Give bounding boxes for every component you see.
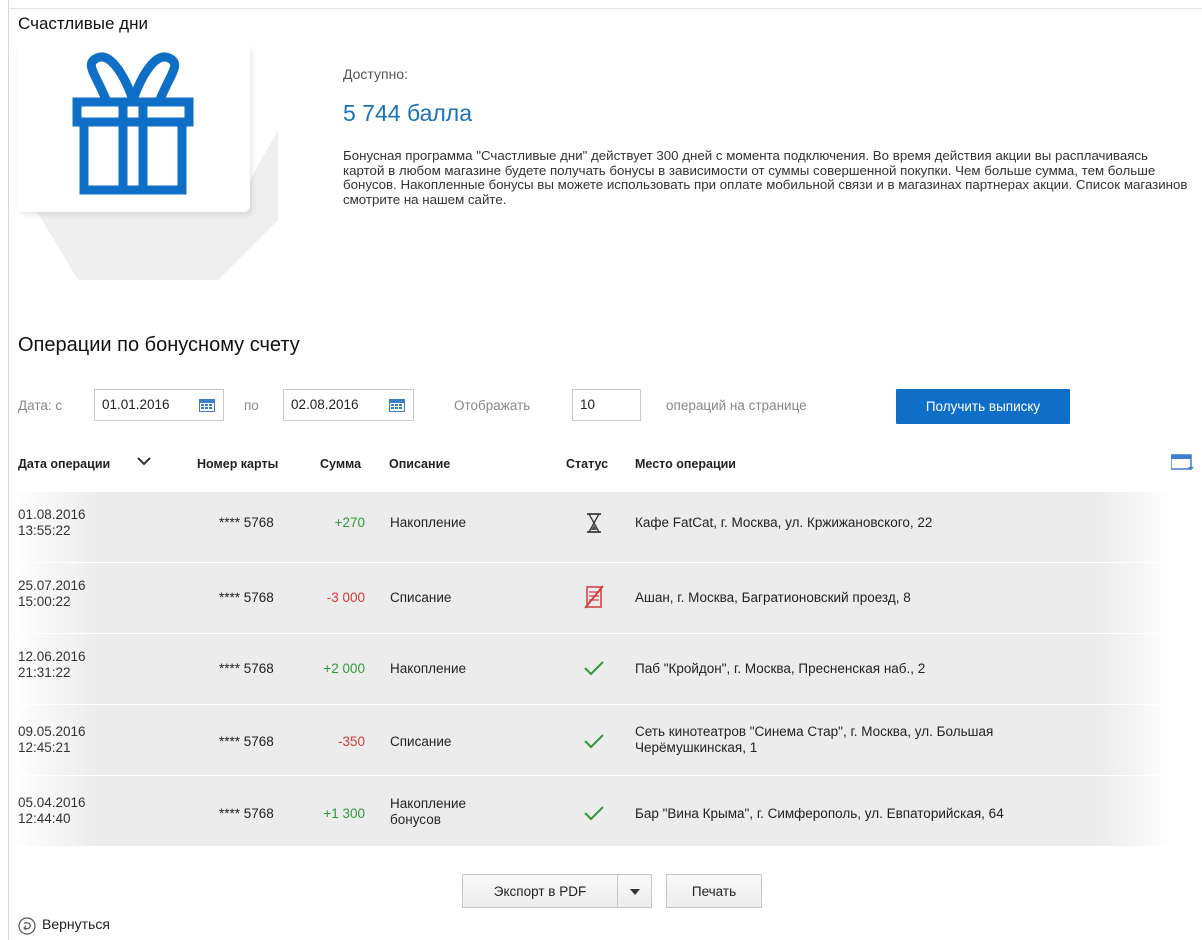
row-date: 01.08.2016 13:55:22	[18, 507, 86, 538]
table-row[interactable]: 12.06.2016 21:31:22 **** 5768 +2 000 Нако…	[9, 634, 1174, 704]
check-icon	[584, 734, 604, 749]
hourglass-icon	[587, 513, 601, 533]
row-amount: +2 000	[323, 661, 365, 676]
calendar-icon[interactable]	[389, 399, 405, 412]
row-card: **** 5768	[219, 806, 274, 821]
available-label: Доступно:	[343, 66, 408, 82]
col-description-header: Описание	[389, 457, 451, 471]
check-icon	[584, 806, 604, 821]
row-place: Паб "Кройдон", г. Москва, Пресненская на…	[635, 661, 926, 676]
col-amount-header: Сумма	[320, 457, 362, 471]
row-amount: +1 300	[323, 806, 365, 821]
row-card: **** 5768	[219, 734, 274, 749]
row-card: **** 5768	[219, 661, 274, 676]
table-row[interactable]: 09.05.2016 12:45:21 **** 5768 -350 Списан…	[9, 705, 1174, 775]
row-description: Списание	[390, 734, 452, 749]
row-description: Накопление бонусов	[390, 796, 467, 827]
row-date: 09.05.2016 12:45:21	[18, 724, 86, 755]
row-description: Накопление	[390, 661, 467, 676]
row-date: 25.07.2016 15:00:22	[18, 578, 86, 609]
row-place: Бар "Вина Крыма", г. Симферополь, ул. Ев…	[635, 806, 1004, 821]
frame-top-border	[8, 8, 1202, 9]
calendar-icon[interactable]	[199, 399, 215, 412]
back-link[interactable]: Вернуться	[42, 916, 110, 932]
row-amount: -350	[337, 734, 365, 749]
date-to-label: по	[244, 398, 259, 413]
table-row[interactable]: 01.08.2016 13:55:22 **** 5768 +270 Накопл…	[9, 492, 1174, 562]
page-title: Счастливые дни	[18, 14, 148, 33]
col-date-header[interactable]: Дата операции	[18, 457, 110, 471]
operations-title: Операции по бонусному счету	[18, 334, 300, 356]
row-place: Кафе FatCat, г. Москва, ул. Кржижановско…	[635, 515, 933, 530]
row-date: 05.04.2016 12:44:40	[18, 795, 86, 826]
table-row[interactable]: 25.07.2016 15:00:22 **** 5768 -3 000 Спис…	[9, 563, 1174, 633]
date-from-label: Дата: с	[18, 398, 63, 413]
row-description: Накопление	[390, 515, 467, 530]
per-page-label: операций на странице	[666, 398, 807, 413]
gift-icon	[72, 52, 194, 195]
col-status-header: Статус	[566, 457, 609, 471]
table-settings-icon[interactable]	[1171, 453, 1195, 471]
row-place: Сеть кинотеатров "Синема Стар", г. Москв…	[635, 724, 994, 755]
date-from-value: 01.01.2016	[102, 397, 170, 412]
row-description: Списание	[390, 590, 452, 605]
date-to-field[interactable]: 02.08.2016	[283, 389, 414, 421]
print-button[interactable]: Печать	[666, 874, 762, 908]
gift-card	[18, 44, 250, 212]
export-options-dropdown[interactable]	[617, 874, 652, 908]
date-to-value: 02.08.2016	[291, 397, 359, 412]
available-points: 5 744 балла	[343, 100, 473, 126]
declined-icon	[584, 585, 604, 609]
row-amount: +270	[334, 515, 365, 530]
date-from-field[interactable]: 01.01.2016	[94, 389, 224, 421]
back-icon[interactable]	[18, 917, 36, 935]
row-card: **** 5768	[219, 590, 274, 605]
row-place: Ашан, г. Москва, Багратионовский проезд,…	[635, 590, 911, 605]
row-date: 12.06.2016 21:31:22	[18, 649, 86, 680]
get-statement-button[interactable]: Получить выписку	[896, 389, 1070, 424]
show-label: Отображать	[454, 398, 531, 413]
program-description: Бонусная программа "Счастливые дни" дейс…	[343, 148, 1188, 207]
table-row[interactable]: 05.04.2016 12:44:40 **** 5768 +1 300 Нако…	[9, 776, 1174, 846]
chevron-down-icon[interactable]	[136, 454, 152, 468]
export-pdf-button[interactable]: Экспорт в PDF	[462, 874, 618, 908]
col-place-header: Место операции	[635, 457, 736, 471]
caret-down-icon	[629, 889, 640, 895]
row-card: **** 5768	[219, 515, 274, 530]
row-amount: -3 000	[326, 590, 365, 605]
page-size-field[interactable]: 10	[572, 389, 641, 421]
check-icon	[584, 661, 604, 676]
col-card-header: Номер карты	[197, 457, 279, 471]
